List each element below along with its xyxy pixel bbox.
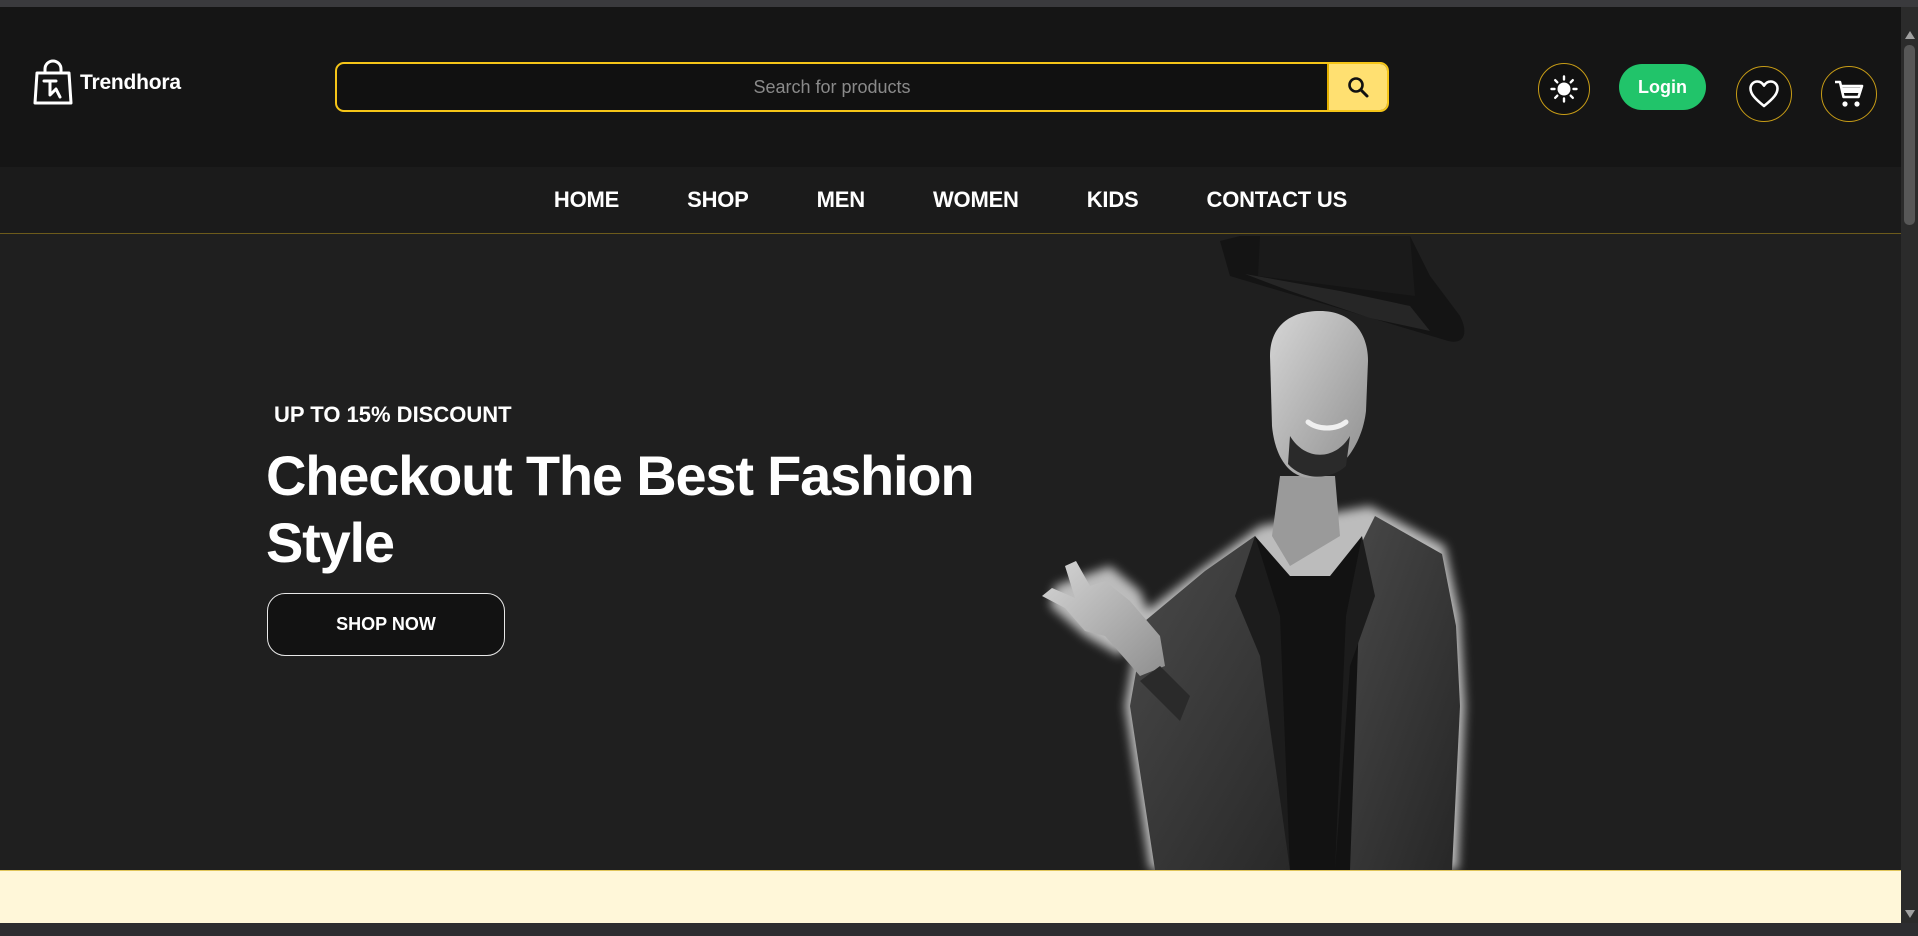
nav-item-men[interactable]: MEN xyxy=(783,187,899,213)
hero-model-image xyxy=(1042,236,1465,870)
browser-bottom-bar xyxy=(0,923,1918,936)
shop-now-button[interactable]: SHOP NOW xyxy=(267,593,505,656)
sun-icon xyxy=(1550,75,1578,103)
brand-logo[interactable]: Trendhora xyxy=(32,59,181,107)
site-header: Trendhora Login xyxy=(0,7,1901,167)
main-nav: HOME SHOP MEN WOMEN KIDS CONTACT US xyxy=(0,167,1901,234)
browser-top-bar xyxy=(0,0,1918,7)
search-input[interactable] xyxy=(337,64,1327,110)
nav-item-home[interactable]: HOME xyxy=(520,187,653,213)
cart-button[interactable] xyxy=(1821,66,1877,122)
shopping-bag-logo-icon xyxy=(33,59,73,105)
scroll-down-arrow-icon[interactable] xyxy=(1905,910,1915,918)
heart-icon xyxy=(1749,80,1779,108)
brand-name: Trendhora xyxy=(80,71,181,94)
theme-toggle-button[interactable] xyxy=(1538,63,1590,115)
hero-banner: UP TO 15% DISCOUNT Checkout The Best Fas… xyxy=(0,236,1901,870)
wishlist-button[interactable] xyxy=(1736,66,1792,122)
login-button[interactable]: Login xyxy=(1619,64,1706,110)
nav-item-contact[interactable]: CONTACT US xyxy=(1173,187,1382,213)
nav-item-shop[interactable]: SHOP xyxy=(653,187,783,213)
discount-label: UP TO 15% DISCOUNT xyxy=(274,402,512,427)
hero-headline: Checkout The Best Fashion Style xyxy=(266,444,975,574)
page: Trendhora Login xyxy=(0,7,1901,923)
page-scrollbar[interactable] xyxy=(1901,7,1918,923)
nav-item-women[interactable]: WOMEN xyxy=(899,187,1053,213)
search-bar xyxy=(335,62,1389,112)
nav-item-kids[interactable]: KIDS xyxy=(1053,187,1173,213)
promo-band xyxy=(0,870,1901,923)
search-button[interactable] xyxy=(1327,64,1387,110)
scroll-thumb[interactable] xyxy=(1904,45,1915,225)
search-icon xyxy=(1348,77,1369,98)
scroll-up-arrow-icon[interactable] xyxy=(1905,31,1915,39)
cart-icon xyxy=(1835,80,1864,107)
